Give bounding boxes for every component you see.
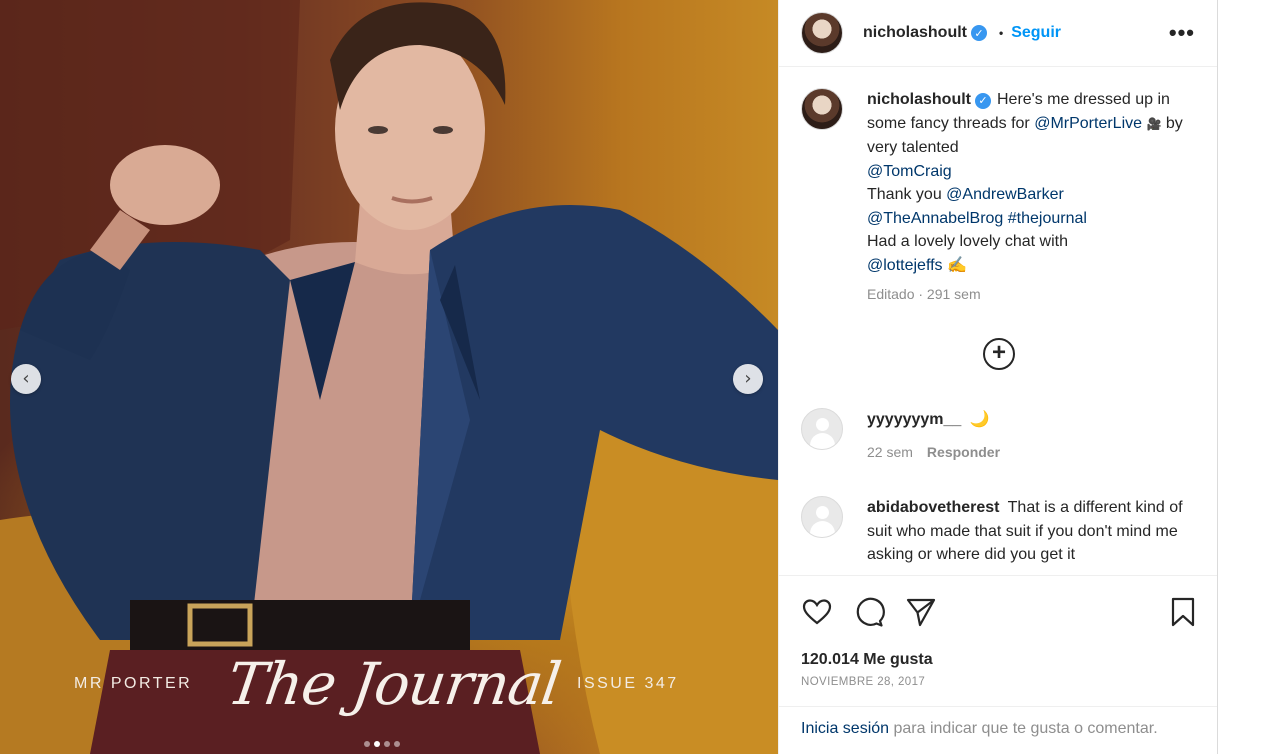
default-avatar-icon[interactable] [801, 496, 843, 538]
caption-username[interactable]: nicholashoult [867, 91, 971, 108]
comment-item: abidabovetherest That is a different kin… [801, 496, 1202, 567]
slide-dot [394, 741, 400, 747]
likes-count[interactable]: 120.014 Me gusta [801, 651, 933, 669]
post-header: nicholashoult ✓ • Seguir ••• [779, 0, 1217, 67]
reply-button[interactable]: Responder [927, 444, 1000, 460]
post-actions-area: 120.014 Me gusta Noviembre 28, 2017 Inic… [779, 575, 1217, 754]
comment-body: yyyyyyym__ 🌙 22 sem Responder [867, 408, 1202, 464]
comment-body: abidabovetherest That is a different kin… [867, 496, 1202, 567]
comment-meta: 22 sem Responder [867, 441, 1202, 465]
caption-line-4: Had a lovely lovely chat with [867, 233, 1068, 250]
caption-comment: nicholashoult ✓ Here's me dressed up in so… [801, 88, 1202, 307]
login-prompt: Inicia sesión para indicar que te gusta … [779, 706, 1217, 740]
moon-emoji: 🌙 [969, 411, 990, 428]
chevron-left-icon: ‹ [22, 368, 30, 389]
default-avatar-icon[interactable] [801, 408, 843, 450]
slide-dot [364, 741, 370, 747]
send-icon[interactable] [905, 596, 937, 628]
slide-dot [384, 741, 390, 747]
separator-dot: • [999, 26, 1004, 40]
mention-link[interactable]: @AndrewBarker [946, 186, 1064, 203]
comment-icon[interactable] [853, 596, 885, 628]
verified-badge-icon: ✓ [971, 25, 987, 41]
hashtag-link[interactable]: #thejournal [1008, 210, 1087, 227]
mention-link[interactable]: @TheAnnabelBrog [867, 210, 1003, 227]
post-side-panel: nicholashoult ✓ • Seguir ••• nicholashou… [778, 0, 1218, 754]
load-more-comments-icon[interactable]: + [983, 338, 1015, 370]
slide-dot-active [374, 741, 380, 747]
magazine-issue: ISSUE 347 [577, 675, 679, 692]
next-slide-button[interactable]: › [733, 364, 763, 394]
writing-hand-emoji: ✍ [947, 256, 967, 274]
post-media: ‹ › MR PORTER The Journal ISSUE 347 [0, 0, 778, 754]
slide-indicator [364, 741, 400, 747]
caption-line-3: Thank you [867, 186, 942, 203]
magazine-cover-text: MR PORTER The Journal ISSUE 347 [0, 640, 778, 720]
chevron-right-icon: › [744, 368, 752, 389]
mention-link[interactable]: @lottejeffs [867, 257, 943, 274]
comment-username[interactable]: abidabovetherest [867, 499, 999, 516]
login-link[interactable]: Inicia sesión [801, 720, 889, 737]
author-avatar[interactable] [801, 12, 843, 54]
heart-icon[interactable] [801, 596, 833, 628]
author-username[interactable]: nicholashoult [863, 24, 967, 42]
video-camera-emoji: 🎥 [1146, 116, 1162, 131]
comment-item: yyyyyyym__ 🌙 22 sem Responder [801, 408, 1202, 464]
author-username-block: nicholashoult ✓ • Seguir [863, 24, 1061, 42]
follow-button[interactable]: Seguir [1011, 24, 1061, 42]
action-bar [801, 596, 1195, 628]
comment-username[interactable]: yyyyyyym__ [867, 411, 961, 428]
mention-link[interactable]: @TomCraig [867, 163, 952, 180]
verified-badge-icon: ✓ [975, 92, 991, 109]
more-options-icon[interactable]: ••• [1169, 22, 1195, 44]
post-date: Noviembre 28, 2017 [801, 676, 926, 688]
comment-age: 22 sem [867, 443, 913, 460]
caption-text: nicholashoult ✓ Here's me dressed up in so… [867, 88, 1202, 307]
previous-slide-button[interactable]: ‹ [11, 364, 41, 394]
magazine-title: The Journal [223, 650, 565, 718]
author-avatar[interactable] [801, 88, 843, 130]
mention-link[interactable]: @MrPorterLive [1034, 115, 1142, 132]
magazine-brand: MR PORTER [74, 675, 193, 692]
login-prompt-text: para indicar que te gusta o comentar. [893, 720, 1158, 737]
comments-section: nicholashoult ✓ Here's me dressed up in so… [779, 68, 1217, 575]
bookmark-icon[interactable] [1169, 596, 1197, 628]
caption-meta: Editado · 291 sem [867, 286, 981, 302]
